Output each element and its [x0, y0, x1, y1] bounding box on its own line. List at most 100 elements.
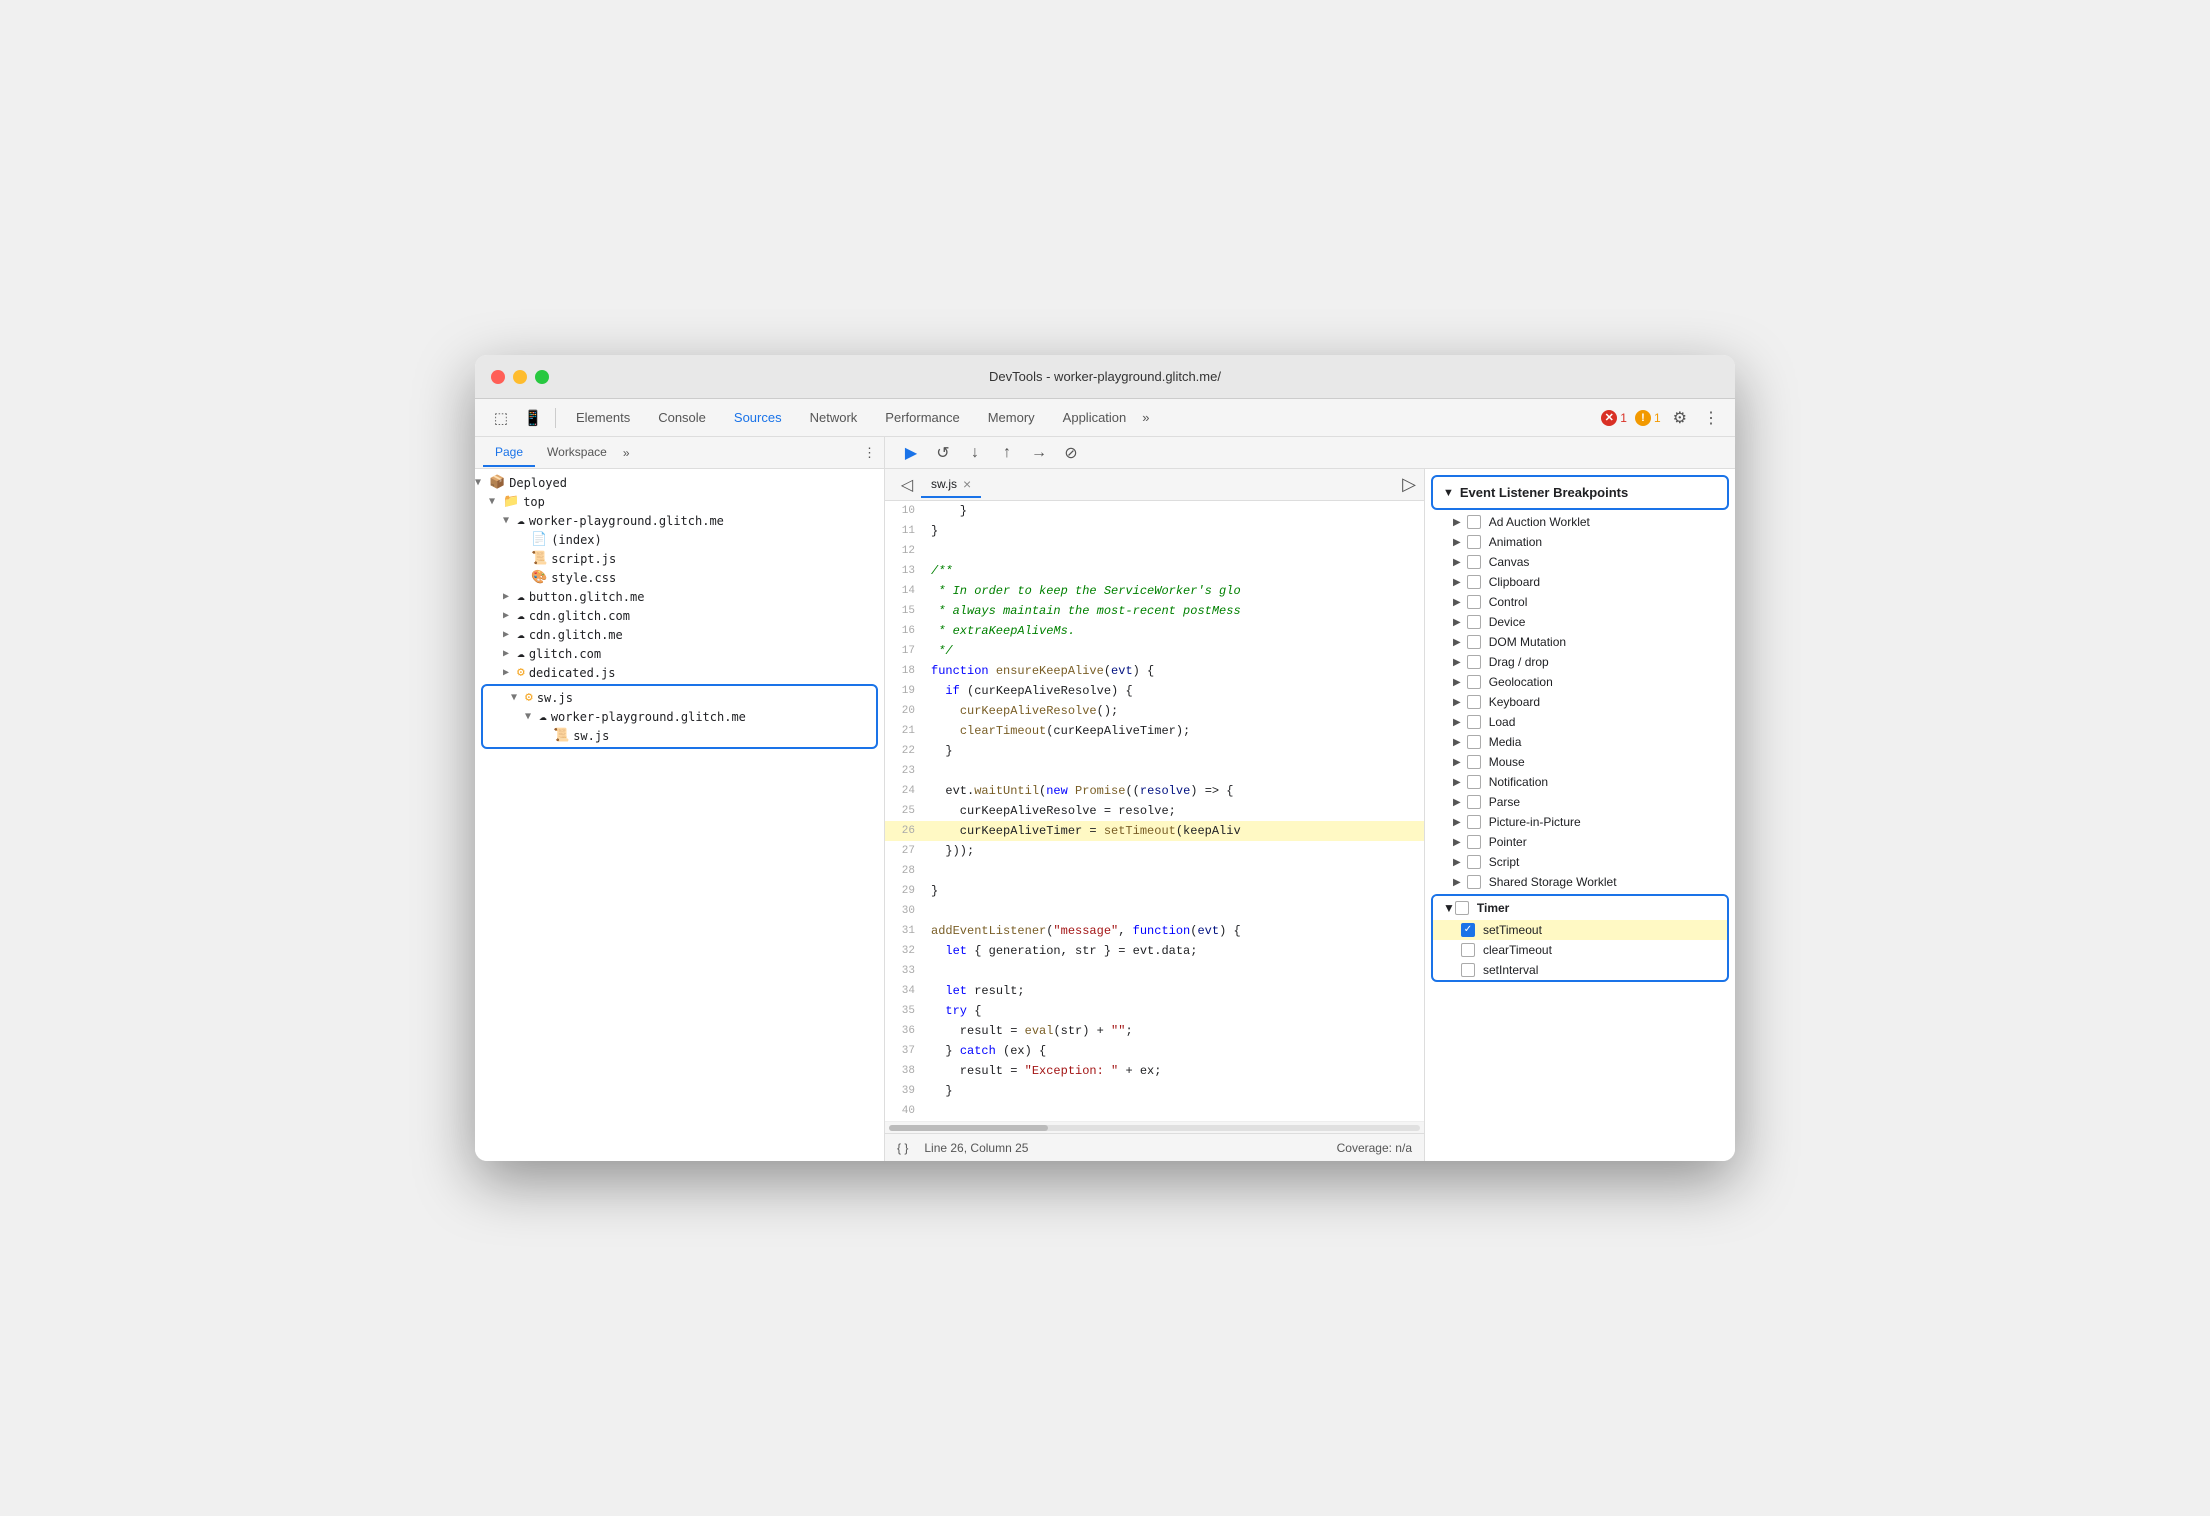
- checkbox-clipboard[interactable]: [1467, 575, 1481, 589]
- checkbox-dom-mutation[interactable]: [1467, 635, 1481, 649]
- arrow-control: ▶: [1453, 597, 1461, 608]
- bp-item-ad-auction[interactable]: ▶ Ad Auction Worklet: [1425, 512, 1735, 532]
- checkbox-load[interactable]: [1467, 715, 1481, 729]
- maximize-button[interactable]: [535, 370, 549, 384]
- tab-memory[interactable]: Memory: [976, 406, 1047, 429]
- tree-item-dedicatedjs[interactable]: ▶ ⚙ dedicated.js: [475, 663, 884, 682]
- tree-item-stylecss[interactable]: 🎨 style.css: [475, 568, 884, 587]
- checkbox-timer[interactable]: [1455, 901, 1469, 915]
- tree-item-worker-playground[interactable]: ▼ ☁ worker-playground.glitch.me: [475, 511, 884, 530]
- resume-button[interactable]: ▶: [897, 439, 925, 467]
- bp-item-keyboard[interactable]: ▶ Keyboard: [1425, 692, 1735, 712]
- tab-console[interactable]: Console: [646, 406, 718, 429]
- checkbox-pip[interactable]: [1467, 815, 1481, 829]
- tree-item-glitch-com[interactable]: ▶ ☁ glitch.com: [475, 644, 884, 663]
- code-tab-close-icon[interactable]: ×: [963, 476, 971, 492]
- format-button[interactable]: { }: [897, 1141, 908, 1155]
- warning-count: 1: [1654, 411, 1661, 425]
- checkbox-device[interactable]: [1467, 615, 1481, 629]
- tab-application[interactable]: Application: [1051, 406, 1139, 429]
- checkbox-notification[interactable]: [1467, 775, 1481, 789]
- checkbox-media[interactable]: [1467, 735, 1481, 749]
- tree-item-top[interactable]: ▼ 📁 top: [475, 492, 884, 511]
- bp-item-canvas[interactable]: ▶ Canvas: [1425, 552, 1735, 572]
- checkbox-setinterval[interactable]: [1461, 963, 1475, 977]
- inspect-icon[interactable]: ⬚: [487, 404, 515, 432]
- checkbox-script[interactable]: [1467, 855, 1481, 869]
- code-line-24: 24 evt.waitUntil(new Promise((resolve) =…: [885, 781, 1424, 801]
- tree-item-swjs-top[interactable]: ▼ ⚙ sw.js: [483, 688, 876, 707]
- error-badge[interactable]: ✕ 1: [1601, 410, 1627, 426]
- checkbox-canvas[interactable]: [1467, 555, 1481, 569]
- bp-item-shared-storage[interactable]: ▶ Shared Storage Worklet: [1425, 872, 1735, 892]
- checkbox-control[interactable]: [1467, 595, 1481, 609]
- checkbox-pointer[interactable]: [1467, 835, 1481, 849]
- scrollbar-thumb[interactable]: [889, 1125, 1048, 1131]
- settings-icon[interactable]: ⚙: [1669, 404, 1691, 432]
- checkbox-parse[interactable]: [1467, 795, 1481, 809]
- tab-page[interactable]: Page: [483, 439, 535, 467]
- warning-badge[interactable]: ! 1: [1635, 410, 1661, 426]
- bp-item-load[interactable]: ▶ Load: [1425, 712, 1735, 732]
- checkbox-ad-auction[interactable]: [1467, 515, 1481, 529]
- tab-sources[interactable]: Sources: [722, 406, 794, 429]
- bp-item-setinterval[interactable]: setInterval: [1433, 960, 1727, 980]
- step-over-button[interactable]: ↺: [929, 439, 957, 467]
- timer-header[interactable]: ▼ Timer: [1433, 896, 1727, 920]
- minimize-button[interactable]: [513, 370, 527, 384]
- tab-performance[interactable]: Performance: [873, 406, 971, 429]
- toggle-panel-icon[interactable]: ▷: [1402, 474, 1416, 495]
- bp-item-cleartimeout[interactable]: clearTimeout: [1433, 940, 1727, 960]
- tree-item-button-glitch[interactable]: ▶ ☁ button.glitch.me: [475, 587, 884, 606]
- step-out-button[interactable]: ↑: [993, 439, 1021, 467]
- bp-item-device[interactable]: ▶ Device: [1425, 612, 1735, 632]
- deactivate-button[interactable]: ⊘: [1057, 439, 1085, 467]
- tree-item-worker-playground-inner[interactable]: ▼ ☁ worker-playground.glitch.me: [483, 707, 876, 726]
- tab-network[interactable]: Network: [798, 406, 870, 429]
- arrow-media: ▶: [1453, 737, 1461, 748]
- close-button[interactable]: [491, 370, 505, 384]
- bp-item-control[interactable]: ▶ Control: [1425, 592, 1735, 612]
- tree-item-index[interactable]: 📄 (index): [475, 530, 884, 549]
- tree-item-deployed[interactable]: ▼ 📦 Deployed: [475, 473, 884, 492]
- checkbox-settimeout[interactable]: [1461, 923, 1475, 937]
- more-tabs-icon[interactable]: »: [1142, 410, 1149, 425]
- bp-item-animation[interactable]: ▶ Animation: [1425, 532, 1735, 552]
- step-into-button[interactable]: ↓: [961, 439, 989, 467]
- bp-item-script[interactable]: ▶ Script: [1425, 852, 1735, 872]
- checkbox-shared-storage[interactable]: [1467, 875, 1481, 889]
- bp-item-geolocation[interactable]: ▶ Geolocation: [1425, 672, 1735, 692]
- bp-item-parse[interactable]: ▶ Parse: [1425, 792, 1735, 812]
- event-listener-breakpoints-header[interactable]: ▼ Event Listener Breakpoints: [1431, 475, 1729, 510]
- tree-item-cdn-glitch-me[interactable]: ▶ ☁ cdn.glitch.me: [475, 625, 884, 644]
- tree-item-swjs-file[interactable]: 📜 sw.js: [483, 726, 876, 745]
- horizontal-scrollbar[interactable]: [885, 1121, 1424, 1133]
- code-tab-swjs[interactable]: sw.js ×: [921, 472, 981, 498]
- checkbox-drag-drop[interactable]: [1467, 655, 1481, 669]
- checkbox-cleartimeout[interactable]: [1461, 943, 1475, 957]
- panel-options-icon[interactable]: ⋮: [863, 445, 876, 461]
- tree-item-scriptjs[interactable]: 📜 script.js: [475, 549, 884, 568]
- bp-item-notification[interactable]: ▶ Notification: [1425, 772, 1735, 792]
- tree-item-cdn-glitch-com[interactable]: ▶ ☁ cdn.glitch.com: [475, 606, 884, 625]
- bp-item-media[interactable]: ▶ Media: [1425, 732, 1735, 752]
- checkbox-mouse[interactable]: [1467, 755, 1481, 769]
- label-notification: Notification: [1489, 775, 1548, 789]
- checkbox-animation[interactable]: [1467, 535, 1481, 549]
- more-options-icon[interactable]: ⋮: [1699, 404, 1723, 432]
- bp-item-settimeout[interactable]: setTimeout: [1433, 920, 1727, 940]
- checkbox-keyboard[interactable]: [1467, 695, 1481, 709]
- bp-item-pointer[interactable]: ▶ Pointer: [1425, 832, 1735, 852]
- tab-elements[interactable]: Elements: [564, 406, 642, 429]
- tab-left-icon[interactable]: ◁: [893, 471, 921, 499]
- step-button[interactable]: →: [1025, 439, 1053, 467]
- bp-item-drag-drop[interactable]: ▶ Drag / drop: [1425, 652, 1735, 672]
- bp-item-clipboard[interactable]: ▶ Clipboard: [1425, 572, 1735, 592]
- bp-item-mouse[interactable]: ▶ Mouse: [1425, 752, 1735, 772]
- bp-item-dom-mutation[interactable]: ▶ DOM Mutation: [1425, 632, 1735, 652]
- device-icon[interactable]: 📱: [519, 404, 547, 432]
- more-panel-tabs[interactable]: »: [623, 446, 630, 460]
- checkbox-geolocation[interactable]: [1467, 675, 1481, 689]
- bp-item-pip[interactable]: ▶ Picture-in-Picture: [1425, 812, 1735, 832]
- tab-workspace[interactable]: Workspace: [535, 439, 619, 467]
